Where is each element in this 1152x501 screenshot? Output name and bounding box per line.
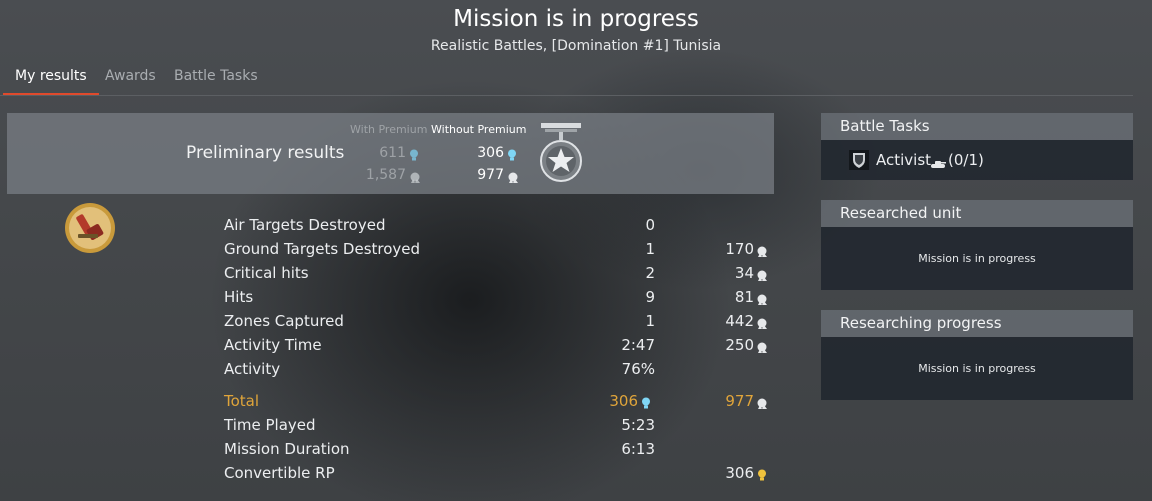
medal-icon [539, 121, 583, 189]
with-premium-sl: 1,587 [365, 167, 406, 183]
without-premium-header: Without Premium [431, 123, 527, 136]
rp-bulb-icon [641, 395, 651, 414]
task-shield-icon [849, 150, 869, 174]
stat-reward: 442 [725, 312, 754, 330]
silver-lions-icon [756, 291, 769, 310]
stat-label: Activity [224, 360, 281, 378]
stat-count: 1 [645, 312, 655, 330]
silver-lions-icon [756, 339, 769, 358]
tab-awards[interactable]: Awards [105, 66, 156, 93]
silver-lions-icon [507, 169, 520, 188]
convertible-rp-value: 306 [725, 464, 754, 482]
stat-reward: 170 [725, 240, 754, 258]
convertible-rp-label: Convertible RP [224, 464, 335, 482]
rp-bulb-icon [507, 147, 517, 166]
stat-label: Ground Targets Destroyed [224, 240, 421, 258]
silver-lions-icon [409, 169, 422, 188]
activity-badge-icon [64, 202, 116, 258]
without-premium-rp: 306 [477, 145, 504, 161]
stat-count: 76% [621, 360, 655, 378]
with-premium-header: With Premium [350, 123, 428, 136]
page-title: Mission is in progress [453, 6, 699, 32]
battle-tasks-panel: Battle Tasks Activist (0/1) [821, 113, 1133, 180]
stat-count: 2:47 [621, 336, 655, 354]
stat-reward: 250 [725, 336, 754, 354]
without-premium-sl: 977 [477, 167, 504, 183]
silver-lions-icon [756, 267, 769, 286]
task-progress: (0/1) [948, 151, 984, 169]
tank-icon [930, 154, 946, 173]
tab-battle-tasks[interactable]: Battle Tasks [174, 66, 258, 93]
total-label: Total [224, 392, 260, 410]
battle-tasks-title: Battle Tasks [821, 113, 1133, 140]
rp-bulb-icon [409, 147, 419, 166]
silver-lions-icon [756, 395, 769, 414]
stat-label: Zones Captured [224, 312, 344, 330]
silver-lions-icon [756, 243, 769, 262]
researched-unit-title: Researched unit [821, 200, 1133, 227]
stat-reward: 34 [734, 264, 754, 282]
task-name: Activist [876, 151, 932, 169]
researching-progress-panel: Researching progress Mission is in progr… [821, 310, 1133, 400]
stat-count: 0 [645, 216, 655, 234]
time-played-value: 5:23 [621, 416, 655, 434]
stat-count: 9 [645, 288, 655, 306]
researching-progress-status: Mission is in progress [918, 362, 1036, 375]
stat-count: 1 [645, 240, 655, 258]
stat-reward: 81 [734, 288, 754, 306]
mission-duration-value: 6:13 [621, 440, 655, 458]
time-played-label: Time Played [224, 416, 316, 434]
preliminary-results-label: Preliminary results [186, 143, 345, 163]
stat-label: Air Targets Destroyed [224, 216, 386, 234]
stat-label: Hits [224, 288, 254, 306]
researching-progress-title: Researching progress [821, 310, 1133, 337]
convertible-rp-bulb-icon [757, 467, 767, 486]
total-sl: 977 [725, 392, 754, 410]
battle-task-item[interactable]: Activist (0/1) [821, 140, 1133, 180]
with-premium-rp: 611 [379, 145, 406, 161]
stat-label: Critical hits [224, 264, 309, 282]
silver-lions-icon [756, 315, 769, 334]
mission-duration-label: Mission Duration [224, 440, 350, 458]
stat-label: Activity Time [224, 336, 322, 354]
tab-bar: My results Awards Battle Tasks [0, 64, 1133, 96]
mission-subtitle: Realistic Battles, [Domination #1] Tunis… [430, 38, 722, 54]
stat-count: 2 [645, 264, 655, 282]
total-rp: 306 [609, 392, 638, 410]
researched-unit-status: Mission is in progress [918, 252, 1036, 265]
tab-my-results[interactable]: My results [3, 66, 99, 95]
researched-unit-panel: Researched unit Mission is in progress [821, 200, 1133, 290]
